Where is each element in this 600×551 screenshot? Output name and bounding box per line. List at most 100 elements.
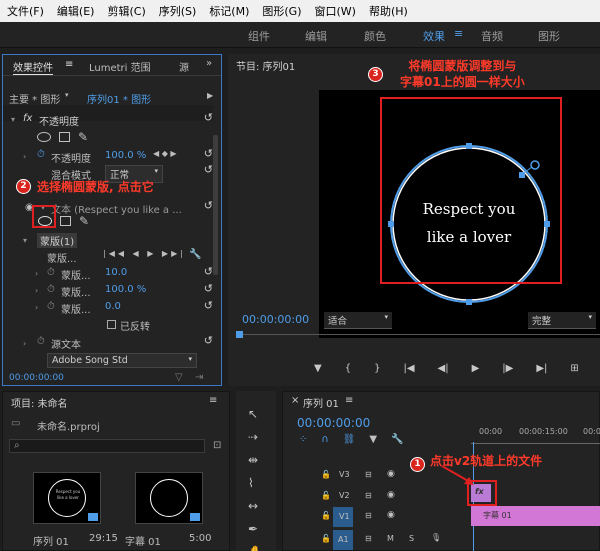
reset-icon[interactable]: ↺ xyxy=(204,334,213,347)
eye-icon[interactable]: ◉ xyxy=(387,490,395,500)
eye-icon[interactable]: ◉ xyxy=(387,469,395,479)
rectangle-mask-icon[interactable] xyxy=(60,216,71,226)
tab-lumetri-scopes[interactable]: Lumetri 范围 xyxy=(89,59,151,74)
panel-menu-icon[interactable]: ≡ xyxy=(209,395,217,406)
nest-icon[interactable]: ⁘ xyxy=(299,434,307,445)
stopwatch-icon[interactable]: ⏱ xyxy=(37,336,45,347)
playhead[interactable] xyxy=(236,331,243,338)
stopwatch-icon[interactable]: ⏱ xyxy=(47,301,55,312)
lock-icon[interactable]: 🔓 xyxy=(321,534,331,543)
lock-icon[interactable]: 🔓 xyxy=(321,511,331,520)
ripple-edit-tool-icon[interactable]: ⇹ xyxy=(248,453,263,467)
reset-icon[interactable]: ↺ xyxy=(204,299,213,312)
collapse-triangle-icon[interactable]: ▾ xyxy=(23,236,27,245)
pen-mask-icon[interactable]: ✎ xyxy=(78,131,88,143)
microphone-icon[interactable]: 🎙 xyxy=(431,533,441,542)
reset-icon[interactable]: ↺ xyxy=(204,111,213,124)
fit-dropdown[interactable]: 适合 ▾ xyxy=(324,312,392,329)
razor-tool-icon[interactable]: ⌇ xyxy=(248,476,263,490)
lock-icon[interactable]: 🔓 xyxy=(321,470,331,479)
keyframe-nav-icons[interactable]: ◀ ◆ ▶ xyxy=(153,149,177,158)
menu-edit[interactable]: 编辑(E) xyxy=(50,3,101,19)
menu-help[interactable]: 帮助(H) xyxy=(362,3,414,19)
mask-label[interactable]: 蒙版(1) xyxy=(37,233,78,248)
mark-out-icon[interactable]: } xyxy=(374,363,380,374)
eye-icon[interactable]: ◉ xyxy=(387,510,395,520)
chevron-down-icon[interactable]: ▾ xyxy=(65,91,69,99)
add-marker-icon[interactable]: ▼ xyxy=(314,363,322,374)
timeline-title[interactable]: 序列 01 xyxy=(303,395,339,410)
mask-opacity-value[interactable]: 100.0 % xyxy=(105,284,146,295)
wrench-icon[interactable]: 🔧 xyxy=(391,434,403,445)
project-title[interactable]: 项目: 未命名 xyxy=(11,395,68,410)
workspace-menu-icon[interactable]: ≡ xyxy=(454,27,463,40)
pen-tool-icon[interactable]: ✒ xyxy=(248,522,263,536)
play-only-icon[interactable]: ▶ xyxy=(207,91,213,100)
reset-icon[interactable]: ↺ xyxy=(204,199,213,212)
play-icon[interactable]: ▶ xyxy=(472,363,480,374)
lock-icon[interactable]: 🔓 xyxy=(321,491,331,500)
program-time-ruler[interactable] xyxy=(238,334,600,348)
opacity-value[interactable]: 100.0 % xyxy=(105,150,146,161)
go-to-in-icon[interactable]: |◀ xyxy=(403,363,414,374)
stopwatch-icon[interactable]: ⏱ xyxy=(47,267,55,278)
add-marker-icon[interactable]: ▼ xyxy=(369,434,377,445)
rectangle-mask-icon[interactable] xyxy=(59,132,70,142)
sync-lock-icon[interactable]: ⊟ xyxy=(365,511,372,520)
collapse-triangle-icon[interactable]: ▾ xyxy=(11,115,15,124)
step-forward-icon[interactable]: |▶ xyxy=(502,363,513,374)
export-icon[interactable]: ⇥ xyxy=(195,372,203,383)
workspace-tab-editing[interactable]: 编辑 xyxy=(305,28,327,44)
workspace-tab-color[interactable]: 颜色 xyxy=(364,28,386,44)
master-clip-label[interactable]: 主要 * 图形 xyxy=(9,91,60,106)
mark-in-icon[interactable]: { xyxy=(345,363,351,374)
close-icon[interactable]: × xyxy=(291,395,299,406)
quality-dropdown[interactable]: 完整 ▾ xyxy=(528,312,596,329)
expand-triangle-icon[interactable]: › xyxy=(23,152,26,161)
menu-graphics[interactable]: 图形(G) xyxy=(255,3,307,19)
text-layer-label[interactable]: 文本 (Respect you like a ... xyxy=(51,201,182,216)
expand-triangle-icon[interactable]: › xyxy=(35,269,38,278)
timeline-ruler[interactable] xyxy=(471,438,600,444)
inverted-checkbox[interactable] xyxy=(107,320,116,329)
program-timecode[interactable]: 00:00:00:00 xyxy=(242,313,309,326)
menu-marker[interactable]: 标记(M) xyxy=(202,3,255,19)
timeline-timecode[interactable]: 00:00:00:00 xyxy=(297,416,370,430)
expand-triangle-icon[interactable]: › xyxy=(35,303,38,312)
opacity-section-label[interactable]: 不透明度 xyxy=(39,113,79,128)
project-item-thumbnail[interactable]: Respect you like a lover xyxy=(33,472,101,524)
track-select-tool-icon[interactable]: ⇢ xyxy=(248,430,263,444)
panel-menu-icon[interactable]: ≡ xyxy=(345,395,353,406)
panel-menu-icon[interactable]: ≡ xyxy=(65,59,73,70)
clip-v1-title[interactable]: 字幕 01 xyxy=(471,506,600,526)
mask-handle-bottom[interactable] xyxy=(466,299,472,305)
go-to-out-icon[interactable]: ▶| xyxy=(536,363,547,374)
menu-file[interactable]: 文件(F) xyxy=(0,3,50,19)
scrollbar[interactable] xyxy=(213,135,218,275)
project-search-input[interactable]: ⌕ xyxy=(9,439,205,453)
mask-feather-value[interactable]: 10.0 xyxy=(105,267,127,278)
new-bin-icon[interactable]: ⊡ xyxy=(213,440,221,451)
expand-triangle-icon[interactable]: › xyxy=(35,286,38,295)
expand-triangle-icon[interactable]: › xyxy=(23,339,26,348)
reset-icon[interactable]: ↺ xyxy=(204,163,213,176)
sequence-clip-label[interactable]: 序列01 * 图形 xyxy=(87,91,151,106)
reset-icon[interactable]: ↺ xyxy=(204,282,213,295)
workspace-tab-audio[interactable]: 音频 xyxy=(481,28,503,44)
wrench-icon[interactable]: 🔧 xyxy=(189,249,201,260)
linked-selection-icon[interactable]: ⛓ xyxy=(343,434,356,445)
workspace-tab-assembly[interactable]: 组件 xyxy=(248,28,270,44)
tab-effect-controls[interactable]: 效果控件 xyxy=(13,59,53,75)
menu-sequence[interactable]: 序列(S) xyxy=(152,3,203,19)
project-item-thumbnail[interactable] xyxy=(135,472,203,524)
reset-icon[interactable]: ↺ xyxy=(204,265,213,278)
mask-path-tracking-icons[interactable]: |◀◀ ◀ ▶ ▶▶| xyxy=(103,249,186,258)
hand-tool-icon[interactable]: ✋ xyxy=(248,545,263,551)
sync-lock-icon[interactable]: ⊟ xyxy=(365,534,372,543)
solo-button[interactable]: S xyxy=(409,534,414,543)
panel-overflow-icon[interactable]: » xyxy=(206,58,212,69)
stopwatch-icon[interactable]: ⏱ xyxy=(37,149,45,160)
stopwatch-icon[interactable]: ⏱ xyxy=(47,284,55,295)
reset-icon[interactable]: ↺ xyxy=(204,147,213,160)
ellipse-mask-icon[interactable] xyxy=(37,132,51,142)
